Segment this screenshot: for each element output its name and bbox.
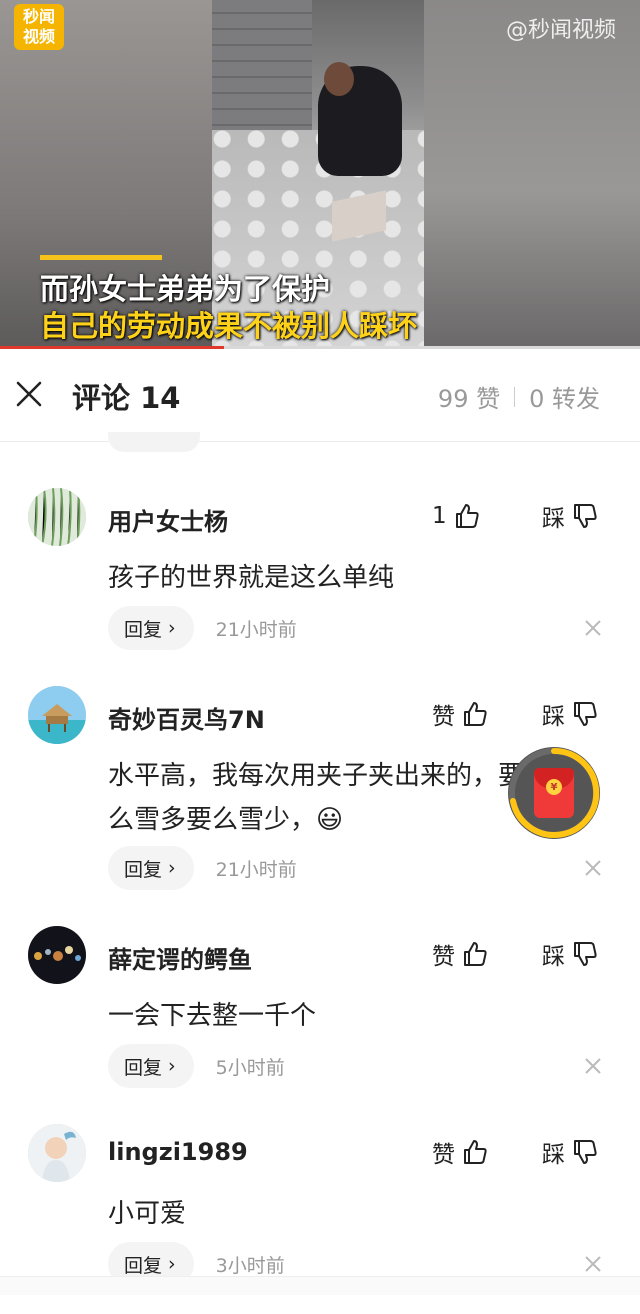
username[interactable]: 薛定谔的鳄鱼 (108, 940, 252, 975)
dislike-label: 踩 (542, 506, 565, 532)
reply-button[interactable]: 回复 › (108, 846, 194, 890)
dislike-button[interactable]: 踩 (542, 1132, 599, 1172)
like-label: 赞 (432, 944, 455, 970)
dismiss-button[interactable] (580, 1251, 606, 1277)
comment-meta: 回复 › 21小时前 (108, 606, 297, 650)
dislike-label: 踩 (542, 1142, 565, 1168)
timestamp: 21小时前 (215, 618, 297, 641)
like-label: 赞 (432, 1142, 455, 1168)
video-blur-right (424, 0, 640, 348)
username[interactable]: 用户女士杨 (108, 502, 228, 537)
comments-header: 评论 14 99 赞 0 转发 (0, 349, 640, 442)
reply-label: 回复 (124, 858, 163, 881)
comment-text: 小可爱 (108, 1199, 187, 1229)
dislike-label: 踩 (542, 704, 565, 730)
like-button[interactable]: 赞 (432, 1132, 489, 1172)
comment-item: 用户女士杨 1 踩 孩子的世界就是这么单纯 回复 › 21小时前 (0, 488, 640, 678)
like-button[interactable]: 赞 (432, 934, 489, 974)
thumbs-down-icon (574, 702, 597, 726)
thumbs-up-icon (464, 1140, 487, 1164)
comment-text: 水平高，我每次用夹子夹出来的，要么雪多要么雪少，😃 (108, 761, 525, 835)
dismiss-button[interactable] (580, 615, 606, 641)
reply-label: 回复 (124, 1254, 163, 1277)
brand-logo: 秒闻 视频 (14, 4, 64, 50)
avatar[interactable] (28, 686, 86, 744)
timestamp: 21小时前 (215, 858, 297, 881)
timestamp: 3小时前 (215, 1254, 285, 1277)
brand-logo-line2: 视频 (22, 27, 55, 46)
dislike-button[interactable]: 踩 (542, 694, 599, 734)
video-player[interactable]: 秒闻 视频 @秒闻视频 而孙女士弟弟为了保护 自己的劳动成果不被别人踩坏 (0, 0, 640, 348)
like-count: 1 (432, 503, 447, 529)
username[interactable]: 奇妙百灵鸟7N (108, 700, 265, 735)
comment-meta: 回复 › 5小时前 (108, 1044, 285, 1088)
username[interactable]: lingzi1989 (108, 1138, 248, 1166)
like-button[interactable]: 1 (432, 496, 481, 536)
reply-label: 回复 (124, 618, 163, 641)
close-button[interactable] (12, 377, 46, 411)
close-icon (16, 381, 42, 407)
stats: 99 赞 0 转发 (438, 379, 600, 414)
dislike-button[interactable]: 踩 (542, 496, 599, 536)
comments-title: 评论 14 (72, 381, 181, 415)
dislike-button[interactable]: 踩 (542, 934, 599, 974)
avatar[interactable] (28, 1124, 86, 1182)
thumbs-down-icon (574, 1140, 597, 1164)
thumbs-up-icon (464, 702, 487, 726)
comment-item: 薛定谔的鳄鱼 赞 踩 一会下去整一千个 回复 › 5小时前 (0, 926, 640, 1116)
reply-button[interactable]: 回复 › (108, 606, 194, 650)
chevron-right-icon: › (168, 617, 176, 639)
like-button[interactable]: 赞 (432, 694, 489, 734)
comment-text: 一会下去整一千个 (108, 1001, 317, 1031)
thumbs-down-icon (574, 504, 597, 528)
red-envelope-coin: ¥ (546, 779, 562, 795)
previous-reply-button-peek[interactable] (108, 432, 200, 452)
thumbs-up-icon (464, 942, 487, 966)
video-wall (212, 0, 312, 140)
caption-line-2: 自己的劳动成果不被别人踩坏 (40, 309, 418, 343)
close-icon (585, 1058, 601, 1074)
likes-count[interactable]: 99 赞 (438, 379, 500, 414)
reply-button[interactable]: 回复 › (108, 1044, 194, 1088)
avatar[interactable] (28, 926, 86, 984)
reply-label: 回复 (124, 1056, 163, 1079)
stats-divider (514, 386, 516, 407)
watermark: @秒闻视频 (505, 18, 616, 43)
caption-accent-bar (40, 255, 162, 260)
comment-meta: 回复 › 21小时前 (108, 846, 297, 890)
avatar[interactable] (28, 488, 86, 546)
timestamp: 5小时前 (215, 1056, 285, 1079)
shares-count[interactable]: 0 转发 (529, 379, 600, 414)
comment-text: 孩子的世界就是这么单纯 (108, 563, 395, 593)
chevron-right-icon: › (168, 1253, 176, 1275)
baby-avatar (28, 1124, 86, 1182)
like-label: 赞 (432, 704, 455, 730)
dismiss-button[interactable] (580, 855, 606, 881)
planets-avatar (28, 926, 86, 984)
dislike-label: 踩 (542, 944, 565, 970)
chevron-right-icon: › (168, 857, 176, 879)
brand-logo-line1: 秒闻 (22, 7, 55, 26)
chevron-right-icon: › (168, 1055, 176, 1077)
beach-hut-avatar (28, 686, 86, 744)
thumbs-up-icon (455, 504, 479, 528)
bottom-bar-edge (0, 1276, 640, 1295)
close-icon (585, 860, 601, 876)
red-packet-button[interactable]: ¥ (508, 747, 600, 839)
willow-tree-avatar (28, 488, 86, 546)
dismiss-button[interactable] (580, 1053, 606, 1079)
close-icon (585, 620, 601, 636)
close-icon (585, 1256, 601, 1272)
thumbs-down-icon (574, 942, 597, 966)
caption-line-1: 而孙女士弟弟为了保护 (40, 272, 331, 306)
video-person-head (324, 62, 354, 96)
